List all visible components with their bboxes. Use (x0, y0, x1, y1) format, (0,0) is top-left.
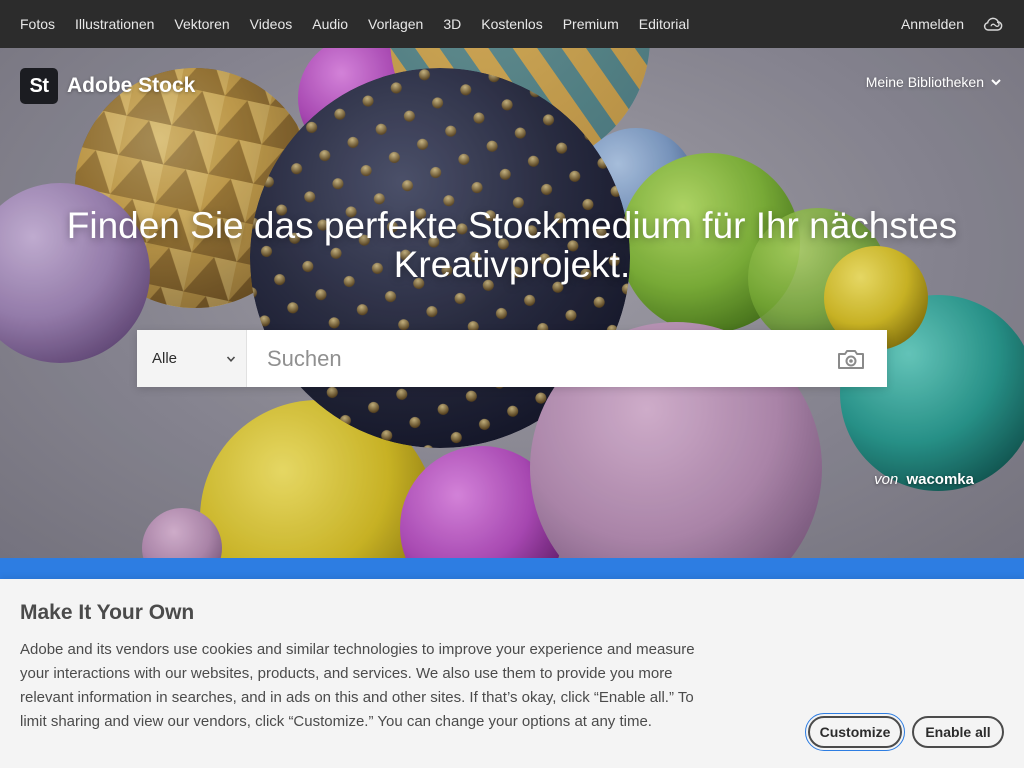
chevron-down-icon (226, 354, 236, 364)
brand[interactable]: St Adobe Stock (20, 68, 195, 104)
search-bar: Alle (137, 330, 887, 387)
search-input[interactable] (247, 330, 815, 387)
blue-accent-strip (0, 558, 1024, 580)
search-category-select[interactable]: Alle (137, 330, 247, 387)
visual-search-button[interactable] (815, 330, 887, 387)
my-libraries-label: Meine Bibliotheken (865, 74, 984, 90)
adobe-stock-logo: St (20, 68, 58, 104)
cookie-consent-banner: Make It Your Own Adobe and its vendors u… (0, 579, 1024, 768)
cookie-title: Make It Your Own (20, 601, 195, 624)
credit-author-link[interactable]: wacomka (906, 471, 974, 488)
enable-all-button[interactable]: Enable all (912, 716, 1004, 748)
nav-link-vorlagen[interactable]: Vorlagen (368, 16, 423, 32)
customize-button[interactable]: Customize (805, 713, 905, 751)
hero-background-image (0, 48, 1024, 558)
nav-link-editorial[interactable]: Editorial (639, 16, 690, 32)
signin-link[interactable]: Anmelden (901, 16, 964, 32)
creative-cloud-icon[interactable] (982, 13, 1004, 35)
nav-link-vektoren[interactable]: Vektoren (174, 16, 229, 32)
brand-name: Adobe Stock (67, 74, 196, 97)
camera-icon (837, 347, 865, 371)
hero-section: St Adobe Stock Meine Bibliotheken Finden… (0, 48, 1024, 558)
cookie-description: Adobe and its vendors use cookies and si… (20, 641, 695, 730)
nav-link-audio[interactable]: Audio (312, 16, 348, 32)
my-libraries-menu[interactable]: Meine Bibliotheken (866, 74, 1002, 90)
nav-link-premium[interactable]: Premium (563, 16, 619, 32)
top-navigation: Fotos Illustrationen Vektoren Videos Aud… (0, 0, 1024, 48)
credit-by-label: von (874, 471, 899, 488)
search-category-value: Alle (152, 350, 178, 367)
image-credit: von wacomka (874, 471, 974, 488)
nav-link-kostenlos[interactable]: Kostenlos (481, 16, 542, 32)
nav-link-videos[interactable]: Videos (250, 16, 293, 32)
nav-link-3d[interactable]: 3D (443, 16, 461, 32)
nav-link-illustrationen[interactable]: Illustrationen (75, 16, 154, 32)
chevron-down-icon (984, 76, 1002, 88)
nav-link-fotos[interactable]: Fotos (20, 16, 55, 32)
hero-headline: Finden Sie das perfekte Stockmedium für … (66, 205, 958, 285)
